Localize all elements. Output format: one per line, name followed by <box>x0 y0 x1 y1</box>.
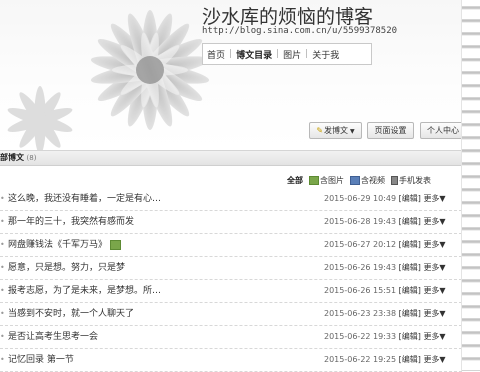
post-meta: 2015-06-27 20:12 [编辑] 更多▼ <box>324 234 446 256</box>
more-menu[interactable]: 更多▼ <box>423 286 445 295</box>
post-list: • 这么晚，我还没有睡着，一定是有心… 2015-06-29 10:49 [编辑… <box>0 188 462 372</box>
list-item: • 愿意，只是想。努力，只是梦 2015-06-26 19:43 [编辑] 更多… <box>0 257 462 280</box>
more-menu[interactable]: 更多▼ <box>423 355 445 364</box>
filter-videos-label: 含视频 <box>361 176 385 185</box>
bullet-icon: • <box>0 194 5 203</box>
post-meta: 2015-06-26 15:51 [编辑] 更多▼ <box>324 280 446 302</box>
personal-center-button[interactable]: 个人中心 <box>420 122 462 139</box>
edit-link[interactable]: [编辑] <box>399 309 421 318</box>
post-title[interactable]: 是否让高考生思考一会 <box>8 326 98 348</box>
blog-url[interactable]: http://blog.sina.com.cn/u/5599378520 <box>202 26 397 36</box>
more-menu[interactable]: 更多▼ <box>423 240 445 249</box>
bullet-icon: • <box>0 263 5 272</box>
list-item: • 记忆回录 第一节 2015-06-22 19:25 [编辑] 更多▼ <box>0 349 462 372</box>
more-menu[interactable]: 更多▼ <box>423 217 445 226</box>
filter-all[interactable]: 全部 <box>287 175 303 186</box>
filter-videos[interactable]: 含视频 <box>350 175 385 186</box>
edit-link[interactable]: [编辑] <box>399 332 421 341</box>
post-title-wrap[interactable]: 网盘赚钱法《千军万马》 <box>8 234 122 256</box>
post-meta: 2015-06-26 19:43 [编辑] 更多▼ <box>324 257 446 279</box>
post-title[interactable]: 愿意，只是想。努力，只是梦 <box>8 257 125 279</box>
nav-item-pictures[interactable]: 图片 <box>279 48 305 61</box>
video-icon <box>350 176 360 185</box>
post-meta: 2015-06-29 10:49 [编辑] 更多▼ <box>324 188 446 210</box>
post-article-label: 发博文 <box>324 126 349 135</box>
list-item: • 是否让高考生思考一会 2015-06-22 19:33 [编辑] 更多▼ <box>0 326 462 349</box>
list-item: • 当感到不安时，就一个人聊天了 2015-06-23 23:38 [编辑] 更… <box>0 303 462 326</box>
blog-title[interactable]: 沙水库的烦恼的博客 <box>202 2 373 29</box>
bullet-icon: • <box>0 309 5 318</box>
post-title[interactable]: 当感到不安时，就一个人聊天了 <box>8 303 134 325</box>
bullet-icon: • <box>0 240 5 249</box>
edit-link[interactable]: [编辑] <box>399 194 421 203</box>
edit-link[interactable]: [编辑] <box>399 263 421 272</box>
post-meta: 2015-06-28 19:43 [编辑] 更多▼ <box>324 211 446 233</box>
pencil-icon: ✎ <box>316 126 324 135</box>
chevron-down-icon: ▼ <box>350 128 355 135</box>
post-meta: 2015-06-22 19:33 [编辑] 更多▼ <box>324 326 446 348</box>
filter-mobile[interactable]: 手机发表 <box>391 175 431 186</box>
post-date: 2015-06-28 19:43 <box>324 217 397 226</box>
post-meta: 2015-06-23 23:38 [编辑] 更多▼ <box>324 303 446 325</box>
more-menu[interactable]: 更多▼ <box>423 332 445 341</box>
nav-item-articles[interactable]: 博文目录 <box>232 48 276 61</box>
post-title: 网盘赚钱法《千军万马》 <box>8 240 108 250</box>
mobile-icon <box>391 176 398 185</box>
edit-link[interactable]: [编辑] <box>399 240 421 249</box>
filter-bar: 全部 含图片 含视频 手机发表 <box>287 175 431 186</box>
post-date: 2015-06-22 19:25 <box>324 355 397 364</box>
post-title[interactable]: 报考志愿，为了是未来，是梦想。所… <box>8 280 161 302</box>
list-item: • 这么晚，我还没有睡着，一定是有心… 2015-06-29 10:49 [编辑… <box>0 188 462 211</box>
filter-mobile-label: 手机发表 <box>399 176 431 185</box>
notebook-spiral-decoration <box>461 0 480 371</box>
post-date: 2015-06-22 19:33 <box>324 332 397 341</box>
nav-item-home[interactable]: 首页 <box>203 48 229 61</box>
post-article-button[interactable]: ✎发博文 ▼ <box>309 122 362 139</box>
post-title[interactable]: 记忆回录 第一节 <box>8 349 74 371</box>
edit-link[interactable]: [编辑] <box>399 355 421 364</box>
page-settings-button[interactable]: 页面设置 <box>367 122 414 139</box>
more-menu[interactable]: 更多▼ <box>423 309 445 318</box>
post-date: 2015-06-26 19:43 <box>324 263 397 272</box>
post-date: 2015-06-26 15:51 <box>324 286 397 295</box>
edit-link[interactable]: [编辑] <box>399 286 421 295</box>
post-title[interactable]: 这么晚，我还没有睡着，一定是有心… <box>8 188 161 210</box>
post-date: 2015-06-29 10:49 <box>324 194 397 203</box>
post-meta: 2015-06-22 19:25 [编辑] 更多▼ <box>324 349 446 371</box>
section-count: (8) <box>26 154 37 162</box>
more-menu[interactable]: 更多▼ <box>423 194 445 203</box>
post-title[interactable]: 那一年的三十，我突然有感而发 <box>8 211 134 233</box>
blog-banner: 沙水库的烦恼的博客 http://blog.sina.com.cn/u/5599… <box>0 0 462 150</box>
post-date: 2015-06-23 23:38 <box>324 309 397 318</box>
bullet-icon: • <box>0 355 5 364</box>
nav-item-about[interactable]: 关于我 <box>308 48 343 61</box>
list-item: • 网盘赚钱法《千军万马》 2015-06-27 20:12 [编辑] 更多▼ <box>0 234 462 257</box>
filter-images[interactable]: 含图片 <box>309 175 344 186</box>
edit-link[interactable]: [编辑] <box>399 217 421 226</box>
bullet-icon: • <box>0 286 5 295</box>
section-header: 部博文 (8) <box>0 150 462 166</box>
image-icon <box>110 239 122 250</box>
bullet-icon: • <box>0 217 5 226</box>
section-title: 部博文 <box>0 153 24 162</box>
list-item: • 报考志愿，为了是未来，是梦想。所… 2015-06-26 15:51 [编辑… <box>0 280 462 303</box>
blog-nav: 首页 | 博文目录 | 图片 | 关于我 <box>202 43 372 65</box>
post-date: 2015-06-27 20:12 <box>324 240 397 249</box>
more-menu[interactable]: 更多▼ <box>423 263 445 272</box>
flower-decoration <box>7 10 210 150</box>
list-item: • 那一年的三十，我突然有感而发 2015-06-28 19:43 [编辑] 更… <box>0 211 462 234</box>
bullet-icon: • <box>0 332 5 341</box>
filter-images-label: 含图片 <box>320 176 344 185</box>
image-icon <box>309 176 319 185</box>
